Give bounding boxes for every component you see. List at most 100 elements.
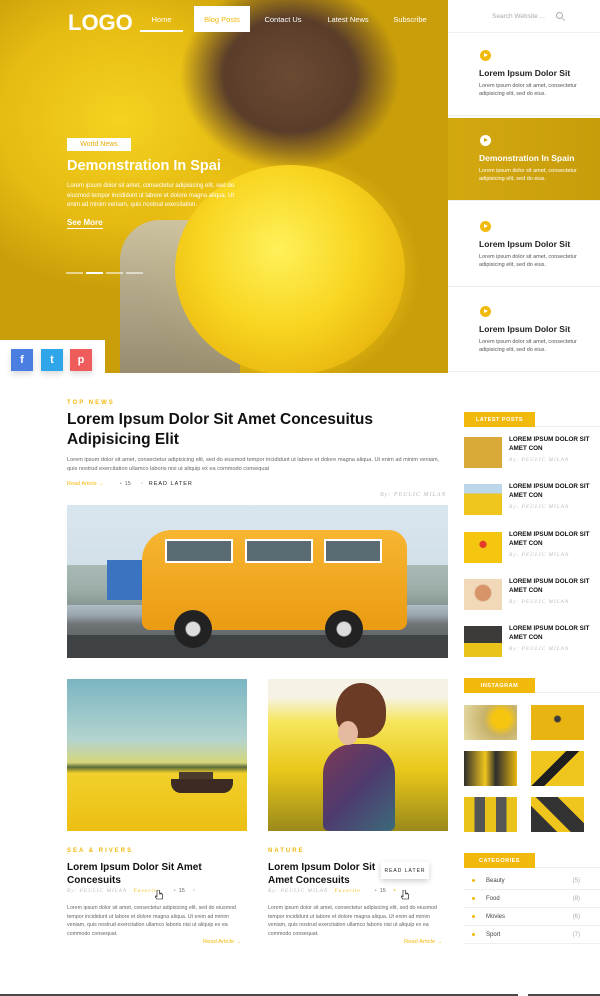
read-later-link[interactable]: READ LATER <box>149 481 193 487</box>
card-meta: By: PEULIC MILAN Favorite ▪ 15 ▪ <box>268 888 396 894</box>
card-byline[interactable]: By: PEULIC MILAN <box>268 888 328 894</box>
latest-post-thumb[interactable] <box>464 532 502 563</box>
play-icon[interactable] <box>480 135 491 146</box>
instagram-photo[interactable] <box>464 751 517 786</box>
category-item[interactable]: Sport (7) <box>464 926 600 944</box>
instagram-photo[interactable] <box>531 797 584 832</box>
latest-post-title[interactable]: LOREM IPSUM DOLOR SIT AMET CON <box>509 578 594 595</box>
category-name[interactable]: Food <box>486 896 500 902</box>
latest-post-title[interactable]: LOREM IPSUM DOLOR SIT AMET CON <box>509 483 594 500</box>
card-kicker[interactable]: NATURE <box>268 848 305 854</box>
read-article-link[interactable]: Read Article → <box>203 939 242 945</box>
hand-cursor-icon <box>401 890 409 900</box>
play-icon[interactable] <box>480 50 491 61</box>
hero-excerpt: Lorem ipsum dolor sit amet, consectetur … <box>67 183 235 208</box>
card-image-nature[interactable] <box>268 679 448 831</box>
hero-category-badge[interactable]: World News <box>67 138 131 151</box>
image-van-window <box>324 539 382 563</box>
image-woman <box>323 744 395 831</box>
slider-list-item[interactable]: Lorem Ipsum Dolor Sit Lorem ipsum dolor … <box>448 33 600 116</box>
category-count: (7) <box>572 931 580 938</box>
slider-dot[interactable] <box>106 272 123 274</box>
hand-cursor-icon <box>155 890 163 900</box>
image-van-wheel <box>174 610 212 648</box>
play-icon[interactable] <box>480 306 491 317</box>
category-name[interactable]: Movies <box>486 914 505 920</box>
latest-post-title[interactable]: LOREM IPSUM DOLOR SIT AMET CON <box>509 625 594 642</box>
comment-count[interactable]: 15 <box>380 888 386 894</box>
twitter-icon[interactable]: t <box>41 349 63 371</box>
latest-post-thumb[interactable] <box>464 626 502 657</box>
slider-list-item-active[interactable]: Demonstration In Spain Lorem ipsum dolor… <box>448 118 600 201</box>
category-item[interactable]: Movies (6) <box>464 908 600 926</box>
bookmark-icon[interactable]: ▪ <box>394 888 396 894</box>
latest-post-title[interactable]: LOREM IPSUM DOLOR SIT AMET CON <box>509 531 594 548</box>
comment-icon: ▪ <box>173 888 176 894</box>
comment-count[interactable]: 15 <box>125 481 131 487</box>
card-image-sea[interactable] <box>67 679 247 831</box>
nav-subscribe[interactable]: Subscribe <box>387 6 433 32</box>
slider-dot-active[interactable] <box>86 272 103 274</box>
category-name[interactable]: Beauty <box>486 878 505 884</box>
slider-dot[interactable] <box>66 272 83 274</box>
latest-post-thumb[interactable] <box>464 484 502 515</box>
image-road <box>67 635 448 658</box>
bullet-icon <box>472 879 475 882</box>
instagram-photo[interactable] <box>464 797 517 832</box>
instagram-photo[interactable] <box>464 705 517 740</box>
play-icon[interactable] <box>480 221 491 232</box>
bookmark-icon[interactable]: ▫ <box>193 888 195 894</box>
divider <box>535 426 600 427</box>
bullet-icon <box>472 897 475 900</box>
latest-post-byline[interactable]: By: PEULIC MILAN <box>509 599 569 605</box>
card-title[interactable]: Lorem Ipsum Dolor Sit Amet Concesuits <box>67 862 245 887</box>
latest-post-thumb[interactable] <box>464 437 502 468</box>
article-byline[interactable]: By: PEULIC MILAN <box>380 492 446 498</box>
instagram-photo[interactable] <box>531 751 584 786</box>
card-title[interactable]: Lorem Ipsum Dolor Sit Amet Concesuits <box>268 862 380 887</box>
site-logo[interactable]: LOGO <box>68 10 133 36</box>
card-kicker[interactable]: SEA & RIVERS <box>67 848 133 854</box>
read-article-link[interactable]: Read Article → <box>67 481 104 487</box>
nav-contact-us[interactable]: Contact Us <box>257 6 309 32</box>
nav-blog-posts[interactable]: Blog Posts <box>194 6 250 32</box>
latest-post-title[interactable]: LOREM IPSUM DOLOR SIT AMET CON <box>509 436 594 453</box>
category-item[interactable]: Beauty (5) <box>464 872 600 890</box>
article-meta: Read Article → ▪ 15 ▫ READ LATER <box>67 481 193 487</box>
nav-home-underline <box>140 30 183 32</box>
slider-item-text: Lorem ipsum dolor sit amet, consectetur … <box>479 168 577 182</box>
divider <box>535 692 600 693</box>
article-image-van[interactable] <box>67 505 448 658</box>
slider-item-title: Lorem Ipsum Dolor Sit <box>479 239 571 249</box>
search-input[interactable]: Search Website ... <box>492 13 545 20</box>
category-count: (5) <box>572 877 580 884</box>
article-kicker[interactable]: TOP NEWS <box>67 400 115 406</box>
see-more-link[interactable]: See More <box>67 218 103 229</box>
slider-dot[interactable] <box>126 272 143 274</box>
pinterest-icon[interactable]: p <box>70 349 92 371</box>
slider-dots[interactable] <box>66 272 143 274</box>
latest-post-byline[interactable]: By: PEULIC MILAN <box>509 646 569 652</box>
instagram-photo[interactable] <box>531 705 584 740</box>
latest-post-byline[interactable]: By: PEULIC MILAN <box>509 552 569 558</box>
search-icon[interactable] <box>556 12 563 19</box>
latest-post-thumb[interactable] <box>464 579 502 610</box>
category-count: (8) <box>572 895 580 902</box>
category-name[interactable]: Sport <box>486 932 500 938</box>
bookmark-icon[interactable]: ▫ <box>141 481 143 487</box>
divider <box>535 867 600 868</box>
read-article-link[interactable]: Read Article → <box>404 939 443 945</box>
comment-count[interactable]: 15 <box>179 888 185 894</box>
card-byline[interactable]: By: PEULIC MILAN <box>67 888 127 894</box>
nav-home[interactable]: Home <box>140 6 183 32</box>
category-item[interactable]: Food (8) <box>464 890 600 908</box>
latest-post-byline[interactable]: By: PEULIC MILAN <box>509 457 569 463</box>
nav-latest-news[interactable]: Latest News <box>322 6 374 32</box>
latest-post-byline[interactable]: By: PEULIC MILAN <box>509 504 569 510</box>
article-title[interactable]: Lorem Ipsum Dolor Sit Amet Concesuitus A… <box>67 410 437 450</box>
card-favorite[interactable]: Favorite <box>334 888 360 894</box>
slider-list-item[interactable]: Lorem Ipsum Dolor Sit Lorem ipsum dolor … <box>448 289 600 372</box>
slider-list-item[interactable]: Lorem Ipsum Dolor Sit Lorem ipsum dolor … <box>448 204 600 287</box>
bullet-icon <box>472 915 475 918</box>
facebook-icon[interactable]: f <box>11 349 33 371</box>
